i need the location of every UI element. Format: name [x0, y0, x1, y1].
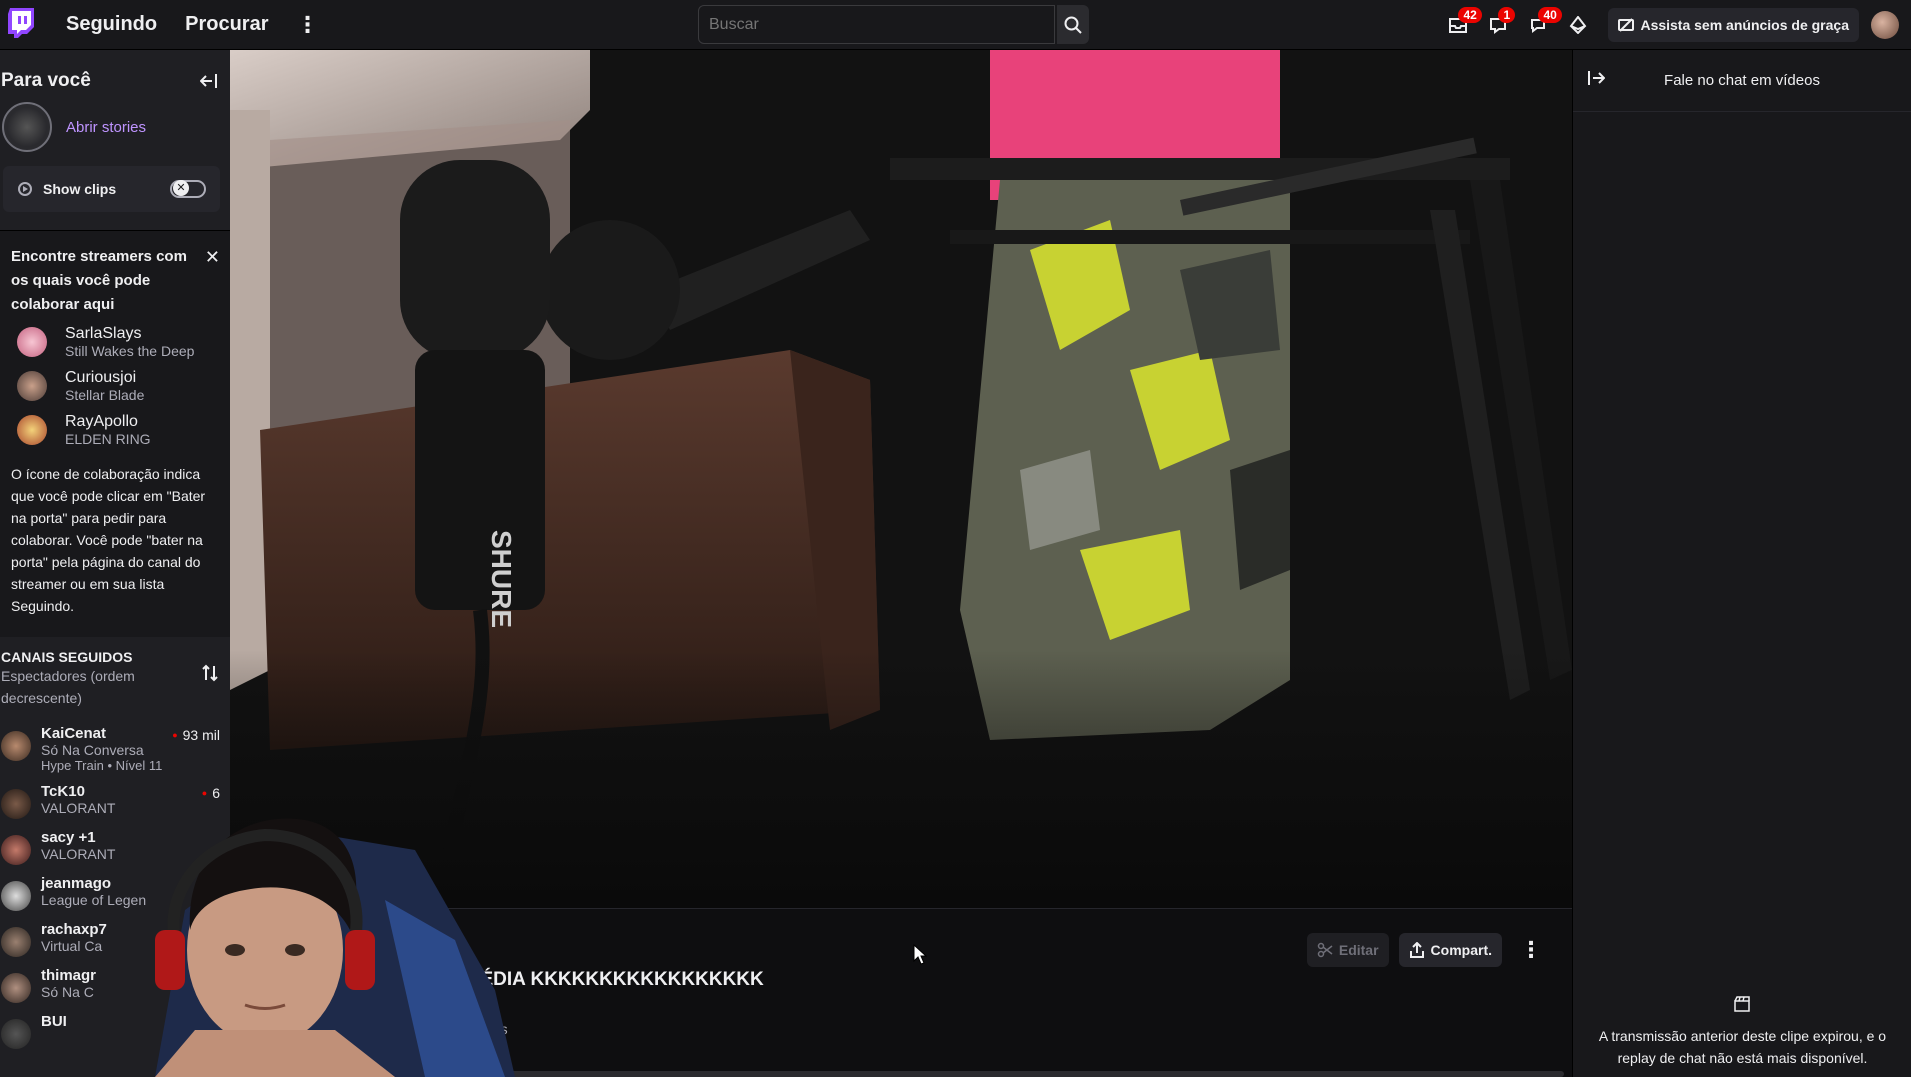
show-clips-label: Show clips [43, 181, 117, 197]
channel-name: thimagr [41, 967, 97, 984]
collab-name: RayApollo [65, 413, 138, 430]
stories-avatar[interactable] [2, 102, 52, 152]
collab-name: Curiousjoi [65, 369, 137, 386]
followed-channel-item[interactable]: KaiCenat Só Na Conversa Hype Train • Nível… [0, 719, 230, 777]
collab-game: Stellar Blade [65, 387, 145, 403]
avatar [17, 327, 47, 357]
avatar [1, 927, 31, 957]
chat-replay-unavailable-message: A transmissão anterior deste clipe expir… [1598, 1028, 1887, 1066]
notifications-button[interactable]: 40 [1518, 5, 1562, 45]
bits-icon [1570, 16, 1587, 34]
clapperboard-icon [1734, 996, 1750, 1012]
search-button[interactable] [1057, 5, 1089, 44]
webcam-image [155, 818, 515, 1077]
avatar [1, 789, 31, 819]
collapse-sidebar-icon[interactable] [200, 73, 218, 89]
inbox-button[interactable]: 42 [1438, 5, 1482, 45]
video-player[interactable]: SHURE [230, 50, 1572, 908]
collab-list: SarlaSlays Still Wakes the Deep Curiousjo… [11, 325, 220, 447]
clip-progress-bar[interactable] [470, 1071, 1564, 1077]
viewer-count: 93 mil [172, 727, 220, 743]
open-stories-link[interactable]: Abrir stories [66, 119, 146, 136]
scissors-icon [1317, 942, 1333, 958]
channel-name: KaiCenat [41, 725, 107, 742]
avatar [1, 881, 31, 911]
share-icon [1409, 942, 1424, 958]
turbo-button[interactable]: Assista sem anúncios de graça [1608, 8, 1859, 42]
turbo-label: Assista sem anúncios de graça [1640, 17, 1849, 33]
more-menu-icon[interactable]: ⋮ [296, 12, 318, 38]
collab-game: ELDEN RING [65, 431, 151, 447]
nav-browse-link[interactable]: Procurar [185, 13, 268, 36]
show-clips-toggle[interactable] [170, 180, 206, 198]
sort-icon[interactable] [202, 663, 218, 683]
sidebar-title: Para você [1, 70, 91, 91]
chat-header: Fale no chat em vídeos [1573, 50, 1911, 112]
search-bar [698, 5, 1089, 44]
stories-row[interactable]: Abrir stories [0, 102, 230, 152]
top-nav-bar: Seguindo Procurar ⋮ 42 1 40 Assista sem … [0, 0, 1911, 50]
twitch-logo-icon[interactable] [8, 7, 38, 42]
collab-panel: Encontre streamers com os quais você pod… [0, 230, 230, 637]
avatar [1, 1019, 31, 1049]
chat-panel: Fale no chat em vídeos A transmissão ant… [1572, 50, 1911, 1077]
channel-game: Só Na C [41, 984, 94, 1000]
channel-game: Só Na Conversa [41, 742, 144, 758]
followed-title: CANAIS SEGUIDOS [1, 649, 133, 665]
followed-channels-header: CANAIS SEGUIDOS Espectadores (ordem decr… [0, 637, 230, 709]
streamer-webcam-overlay [95, 790, 515, 1077]
video-frame-image: SHURE [230, 50, 1572, 908]
followed-sort-label: Espectadores (ordem decrescente) [1, 668, 135, 706]
collab-item[interactable]: SarlaSlays Still Wakes the Deep [17, 325, 212, 359]
collab-item[interactable]: Curiousjoi Stellar Blade [17, 369, 212, 403]
ad-free-icon [1618, 18, 1635, 32]
top-right-actions: 42 1 40 Assista sem anúncios de graça [1438, 0, 1911, 50]
search-input[interactable] [698, 5, 1055, 44]
hype-train-label: Hype Train • Nível 11 [41, 758, 163, 773]
whispers-badge: 1 [1498, 7, 1516, 23]
chat-header-title: Fale no chat em vídeos [1664, 72, 1820, 89]
expand-chat-icon[interactable] [1587, 70, 1605, 86]
channel-name: BUI [41, 1013, 67, 1030]
avatar [1, 835, 31, 865]
mouse-cursor-icon [913, 944, 927, 965]
more-options-icon[interactable]: ⋮ [1520, 937, 1542, 963]
show-clips-toggle-row[interactable]: Show clips [3, 166, 220, 212]
collab-game: Still Wakes the Deep [65, 343, 195, 359]
share-button[interactable]: Compart. [1398, 933, 1502, 967]
nav-following-link[interactable]: Seguindo [66, 13, 157, 36]
clips-icon [18, 182, 32, 196]
whispers-button[interactable]: 1 [1478, 5, 1518, 45]
collab-item[interactable]: RayApollo ELDEN RING [17, 413, 212, 447]
edit-label: Editar [1338, 942, 1379, 958]
avatar [1, 973, 31, 1003]
share-label: Compart. [1430, 942, 1492, 958]
avatar [17, 371, 47, 401]
bits-button[interactable] [1558, 5, 1598, 45]
clip-actions: Editar Compart. ⋮ [1306, 933, 1542, 967]
collab-name: SarlaSlays [65, 325, 142, 342]
edit-button[interactable]: Editar [1306, 933, 1389, 967]
search-icon [1064, 16, 1082, 34]
close-icon[interactable]: ✕ [205, 245, 220, 317]
avatar [17, 415, 47, 445]
collab-heading: Encontre streamers com os quais você pod… [11, 248, 187, 313]
avatar [1, 731, 31, 761]
mic-brand-label: SHURE [486, 530, 517, 628]
user-avatar[interactable] [1871, 11, 1899, 39]
collab-description: O ícone de colaboração indica que você p… [11, 466, 206, 614]
